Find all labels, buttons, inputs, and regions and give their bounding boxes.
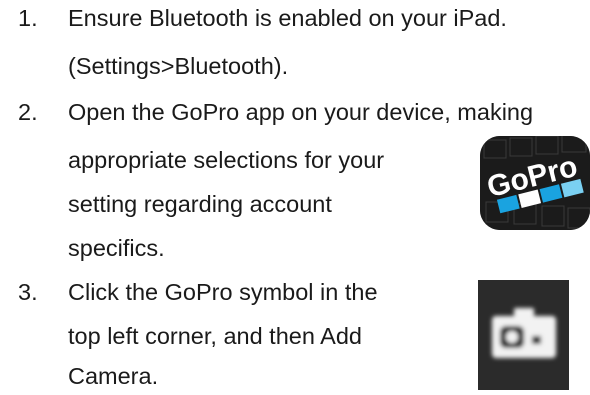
gopro-app-icon: GoPro	[480, 136, 590, 230]
step-text-line: top left corner, and then Add	[68, 323, 362, 349]
step-text-line: appropriate selections for your	[68, 147, 385, 173]
step-text-line: setting regarding account	[68, 191, 332, 217]
step-text-line: Camera.	[68, 363, 159, 389]
camera-symbol-icon	[478, 280, 569, 390]
step-text-line: (Settings>Bluetooth).	[68, 53, 289, 79]
step-text-line: Ensure Bluetooth is enabled on your iPad…	[68, 5, 507, 31]
step-number: 2.	[18, 99, 38, 125]
step-number: 3.	[18, 279, 38, 305]
step-number: 1.	[18, 5, 38, 31]
step-text-line: Click the GoPro symbol in the	[68, 279, 378, 305]
step-text-line: specifics.	[68, 235, 165, 261]
step-text-line: Open the GoPro app on your device, makin…	[68, 99, 534, 125]
